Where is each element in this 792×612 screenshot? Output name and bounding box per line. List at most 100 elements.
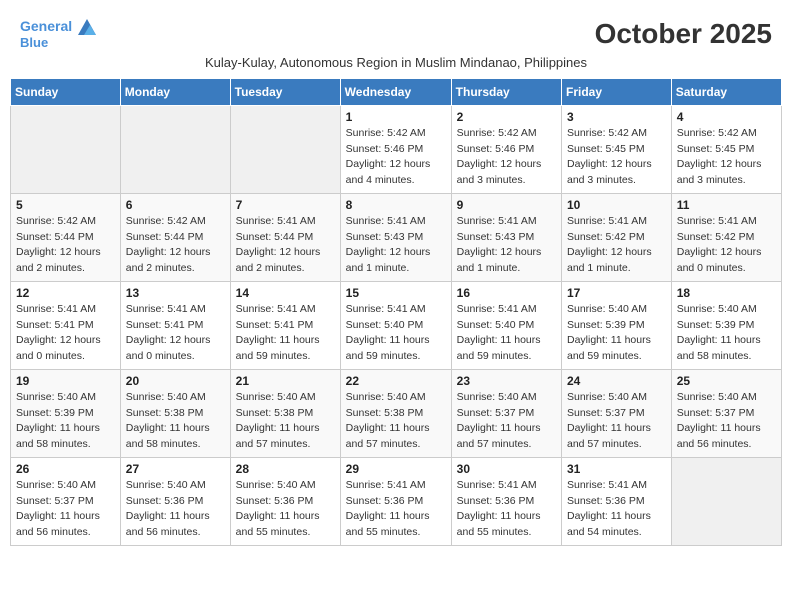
day-number: 21 [236, 374, 335, 388]
day-info: Sunrise: 5:40 AMSunset: 5:37 PMDaylight:… [16, 478, 115, 541]
day-number: 23 [457, 374, 556, 388]
calendar-cell: 8 Sunrise: 5:41 AMSunset: 5:43 PMDaylight… [340, 193, 451, 281]
day-number: 11 [677, 198, 776, 212]
calendar-week-2: 5 Sunrise: 5:42 AMSunset: 5:44 PMDaylight… [11, 193, 782, 281]
calendar-week-5: 26 Sunrise: 5:40 AMSunset: 5:37 PMDayligh… [11, 457, 782, 545]
calendar-cell: 13 Sunrise: 5:41 AMSunset: 5:41 PMDayligh… [120, 281, 230, 369]
header-saturday: Saturday [671, 78, 781, 105]
calendar-cell: 3Sunrise: 5:42 AMSunset: 5:45 PMDaylight… [562, 105, 672, 193]
day-number: 7 [236, 198, 335, 212]
calendar-header-row: SundayMondayTuesdayWednesdayThursdayFrid… [11, 78, 782, 105]
day-info: Sunrise: 5:41 AMSunset: 5:43 PMDaylight:… [346, 214, 446, 277]
day-info: Sunrise: 5:41 AMSunset: 5:41 PMDaylight:… [236, 302, 335, 365]
day-info: Sunrise: 5:40 AMSunset: 5:37 PMDaylight:… [677, 390, 776, 453]
day-info: Sunrise: 5:41 AMSunset: 5:43 PMDaylight:… [457, 214, 556, 277]
calendar-cell: 26 Sunrise: 5:40 AMSunset: 5:37 PMDayligh… [11, 457, 121, 545]
day-info: Sunrise: 5:40 AMSunset: 5:39 PMDaylight:… [16, 390, 115, 453]
day-info: Sunrise: 5:42 AMSunset: 5:44 PMDaylight:… [16, 214, 115, 277]
day-number: 15 [346, 286, 446, 300]
calendar-cell: 16Sunrise: 5:41 AMSunset: 5:40 PMDayligh… [451, 281, 561, 369]
calendar-cell: 14 Sunrise: 5:41 AMSunset: 5:41 PMDayligh… [230, 281, 340, 369]
day-number: 19 [16, 374, 115, 388]
calendar-cell: 15 Sunrise: 5:41 AMSunset: 5:40 PMDayligh… [340, 281, 451, 369]
day-number: 9 [457, 198, 556, 212]
calendar-cell: 18 Sunrise: 5:40 AMSunset: 5:39 PMDayligh… [671, 281, 781, 369]
day-number: 8 [346, 198, 446, 212]
header-thursday: Thursday [451, 78, 561, 105]
day-number: 24 [567, 374, 666, 388]
day-number: 4 [677, 110, 776, 124]
calendar-cell: 20 Sunrise: 5:40 AMSunset: 5:38 PMDayligh… [120, 369, 230, 457]
logo-icon [78, 19, 96, 35]
day-info: Sunrise: 5:41 AMSunset: 5:42 PMDaylight:… [567, 214, 666, 277]
day-info: Sunrise: 5:40 AMSunset: 5:36 PMDaylight:… [126, 478, 225, 541]
calendar-table: SundayMondayTuesdayWednesdayThursdayFrid… [10, 78, 782, 546]
day-number: 28 [236, 462, 335, 476]
day-info: Sunrise: 5:41 AMSunset: 5:36 PMDaylight:… [457, 478, 556, 541]
day-number: 14 [236, 286, 335, 300]
day-number: 27 [126, 462, 225, 476]
day-info: Sunrise: 5:41 AMSunset: 5:44 PMDaylight:… [236, 214, 335, 277]
calendar-cell [120, 105, 230, 193]
day-info: Sunrise: 5:41 AMSunset: 5:36 PMDaylight:… [567, 478, 666, 541]
day-info: Sunrise: 5:40 AMSunset: 5:39 PMDaylight:… [567, 302, 666, 365]
day-number: 26 [16, 462, 115, 476]
day-info: Sunrise: 5:42 AMSunset: 5:46 PMDaylight:… [346, 126, 446, 189]
month-title: October 2025 [595, 18, 772, 50]
day-info: Sunrise: 5:42 AMSunset: 5:44 PMDaylight:… [126, 214, 225, 277]
calendar-cell: 30 Sunrise: 5:41 AMSunset: 5:36 PMDayligh… [451, 457, 561, 545]
calendar-cell: 19 Sunrise: 5:40 AMSunset: 5:39 PMDayligh… [11, 369, 121, 457]
calendar-cell: 1Sunrise: 5:42 AMSunset: 5:46 PMDaylight… [340, 105, 451, 193]
calendar-cell: 22 Sunrise: 5:40 AMSunset: 5:38 PMDayligh… [340, 369, 451, 457]
day-number: 31 [567, 462, 666, 476]
calendar-subtitle: Kulay-Kulay, Autonomous Region in Muslim… [10, 55, 782, 70]
calendar-cell: 17 Sunrise: 5:40 AMSunset: 5:39 PMDayligh… [562, 281, 672, 369]
day-info: Sunrise: 5:41 AMSunset: 5:42 PMDaylight:… [677, 214, 776, 277]
calendar-cell: 27 Sunrise: 5:40 AMSunset: 5:36 PMDayligh… [120, 457, 230, 545]
logo-text: General [20, 18, 98, 35]
day-info: Sunrise: 5:41 AMSunset: 5:36 PMDaylight:… [346, 478, 446, 541]
header-tuesday: Tuesday [230, 78, 340, 105]
day-number: 13 [126, 286, 225, 300]
calendar-cell [230, 105, 340, 193]
day-info: Sunrise: 5:40 AMSunset: 5:38 PMDaylight:… [126, 390, 225, 453]
calendar-week-4: 19 Sunrise: 5:40 AMSunset: 5:39 PMDayligh… [11, 369, 782, 457]
day-info: Sunrise: 5:40 AMSunset: 5:39 PMDaylight:… [677, 302, 776, 365]
day-info: Sunrise: 5:40 AMSunset: 5:36 PMDaylight:… [236, 478, 335, 541]
day-info: Sunrise: 5:41 AMSunset: 5:41 PMDaylight:… [126, 302, 225, 365]
calendar-cell: 10 Sunrise: 5:41 AMSunset: 5:42 PMDayligh… [562, 193, 672, 281]
day-info: Sunrise: 5:41 AMSunset: 5:40 PMDaylight:… [346, 302, 446, 365]
calendar-cell: 6Sunrise: 5:42 AMSunset: 5:44 PMDaylight… [120, 193, 230, 281]
calendar-cell [11, 105, 121, 193]
day-number: 17 [567, 286, 666, 300]
day-number: 30 [457, 462, 556, 476]
logo-blue: Blue [20, 35, 98, 51]
calendar-cell: 31 Sunrise: 5:41 AMSunset: 5:36 PMDayligh… [562, 457, 672, 545]
calendar-week-1: 1Sunrise: 5:42 AMSunset: 5:46 PMDaylight… [11, 105, 782, 193]
logo-general: General [20, 18, 72, 34]
day-number: 5 [16, 198, 115, 212]
calendar-cell: 4 Sunrise: 5:42 AMSunset: 5:45 PMDaylight… [671, 105, 781, 193]
calendar-cell: 12Sunrise: 5:41 AMSunset: 5:41 PMDayligh… [11, 281, 121, 369]
page-header: General Blue October 2025 [10, 10, 782, 55]
day-info: Sunrise: 5:40 AMSunset: 5:37 PMDaylight:… [567, 390, 666, 453]
header-wednesday: Wednesday [340, 78, 451, 105]
day-info: Sunrise: 5:41 AMSunset: 5:40 PMDaylight:… [457, 302, 556, 365]
day-number: 2 [457, 110, 556, 124]
day-number: 22 [346, 374, 446, 388]
calendar-cell [671, 457, 781, 545]
calendar-cell: 11 Sunrise: 5:41 AMSunset: 5:42 PMDayligh… [671, 193, 781, 281]
day-number: 18 [677, 286, 776, 300]
calendar-cell: 29 Sunrise: 5:41 AMSunset: 5:36 PMDayligh… [340, 457, 451, 545]
day-number: 29 [346, 462, 446, 476]
calendar-cell: 23 Sunrise: 5:40 AMSunset: 5:37 PMDayligh… [451, 369, 561, 457]
day-number: 10 [567, 198, 666, 212]
calendar-cell: 7 Sunrise: 5:41 AMSunset: 5:44 PMDaylight… [230, 193, 340, 281]
day-info: Sunrise: 5:40 AMSunset: 5:37 PMDaylight:… [457, 390, 556, 453]
day-info: Sunrise: 5:42 AMSunset: 5:45 PMDaylight:… [677, 126, 776, 189]
calendar-cell: 21Sunrise: 5:40 AMSunset: 5:38 PMDayligh… [230, 369, 340, 457]
day-number: 25 [677, 374, 776, 388]
day-number: 20 [126, 374, 225, 388]
day-info: Sunrise: 5:40 AMSunset: 5:38 PMDaylight:… [346, 390, 446, 453]
header-sunday: Sunday [11, 78, 121, 105]
